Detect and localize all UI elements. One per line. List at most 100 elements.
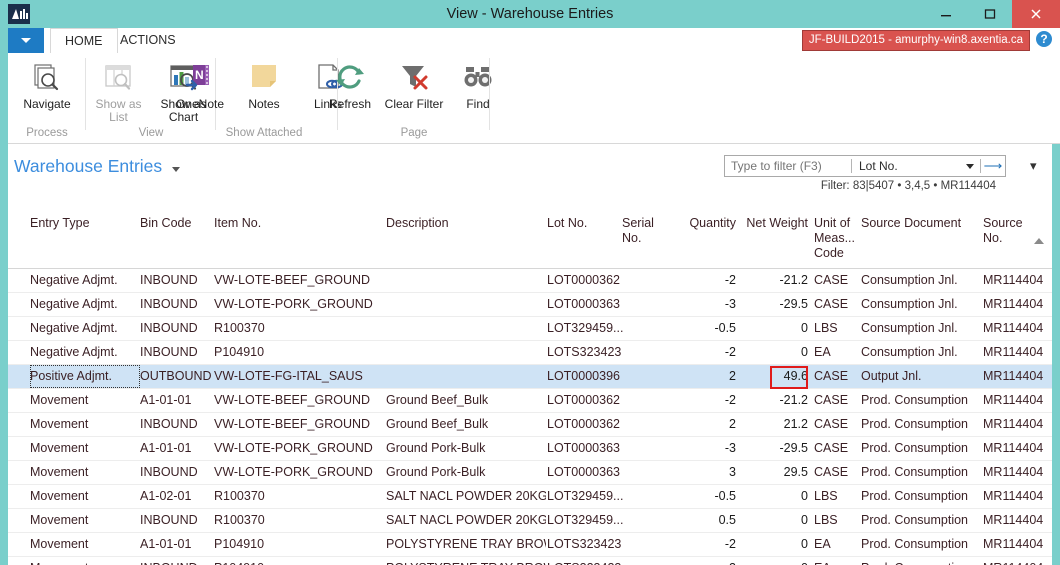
cell-entry-type[interactable]: Movement (30, 509, 140, 532)
cell-uom-code[interactable]: EA (814, 341, 868, 364)
cell-source-document[interactable]: Prod. Consumption (861, 413, 995, 436)
navigate-button[interactable]: Navigate (14, 55, 80, 111)
cell-source-no[interactable]: MR114404 (983, 485, 1045, 508)
cell-bin-code[interactable]: OUTBOUND (140, 365, 218, 388)
cell-description[interactable] (386, 317, 546, 340)
onenote-button[interactable]: N OneNote (168, 55, 232, 111)
cell-net-weight[interactable]: 0 (746, 341, 808, 364)
table-row[interactable]: MovementINBOUNDVW-LOTE-PORK_GROUNDGround… (8, 461, 1052, 485)
cell-item-no[interactable]: R100370 (214, 485, 384, 508)
cell-entry-type[interactable]: Movement (30, 557, 140, 565)
maximize-button[interactable] (968, 0, 1012, 28)
cell-net-weight[interactable]: -21.2 (746, 269, 808, 292)
cell-source-no[interactable]: MR114404 (983, 437, 1045, 460)
table-row[interactable]: Negative Adjmt.INBOUNDVW-LOTE-BEEF_GROUN… (8, 269, 1052, 293)
table-row[interactable]: MovementINBOUNDR100370SALT NACL POWDER 2… (8, 509, 1052, 533)
cell-quantity[interactable]: 2 (668, 365, 736, 388)
cell-serial-no[interactable] (622, 485, 668, 508)
cell-quantity[interactable]: 2 (668, 557, 736, 565)
cell-net-weight[interactable]: 0 (746, 557, 808, 565)
cell-net-weight[interactable]: 21.2 (746, 413, 808, 436)
search-input[interactable] (725, 158, 851, 174)
table-row[interactable]: Negative Adjmt.INBOUNDP104910LOTS323423-… (8, 341, 1052, 365)
find-button[interactable]: Find (446, 55, 510, 111)
cell-description[interactable]: POLYSTYRENE TRAY BROW... (386, 533, 546, 556)
cell-bin-code[interactable]: INBOUND (140, 461, 218, 484)
cell-item-no[interactable]: VW-LOTE-FG-ITAL_SAUS (214, 365, 384, 388)
cell-uom-code[interactable]: LBS (814, 509, 868, 532)
cell-serial-no[interactable] (622, 461, 668, 484)
cell-quantity[interactable]: -2 (668, 341, 736, 364)
cell-quantity[interactable]: -3 (668, 293, 736, 316)
cell-bin-code[interactable]: A1-01-01 (140, 437, 218, 460)
cell-serial-no[interactable] (622, 389, 668, 412)
page-title-chevron-down-icon[interactable] (172, 167, 180, 172)
column-header-description[interactable]: Description (386, 216, 546, 231)
cell-quantity[interactable]: -2 (668, 389, 736, 412)
table-row[interactable]: Negative Adjmt.INBOUNDR100370LOT329459..… (8, 317, 1052, 341)
cell-source-document[interactable]: Prod. Consumption (861, 437, 995, 460)
cell-source-document[interactable]: Prod. Consumption (861, 533, 995, 556)
table-row[interactable]: MovementA1-01-01VW-LOTE-BEEF_GROUNDGroun… (8, 389, 1052, 413)
cell-net-weight[interactable]: 49.6 (746, 365, 808, 388)
cell-source-document[interactable]: Prod. Consumption (861, 485, 995, 508)
cell-entry-type[interactable]: Negative Adjmt. (30, 269, 140, 292)
cell-uom-code[interactable]: CASE (814, 293, 868, 316)
cell-entry-type[interactable]: Movement (30, 413, 140, 436)
minimize-button[interactable] (924, 0, 968, 28)
cell-entry-type[interactable]: Movement (30, 533, 140, 556)
cell-quantity[interactable]: 0.5 (668, 509, 736, 532)
cell-entry-type[interactable]: Negative Adjmt. (30, 341, 140, 364)
cell-entry-type[interactable]: Negative Adjmt. (30, 293, 140, 316)
cell-source-document[interactable]: Prod. Consumption (861, 389, 995, 412)
cell-quantity[interactable]: -2 (668, 269, 736, 292)
table-row[interactable]: Negative Adjmt.INBOUNDVW-LOTE-PORK_GROUN… (8, 293, 1052, 317)
cell-bin-code[interactable]: INBOUND (140, 557, 218, 565)
cell-item-no[interactable]: VW-LOTE-BEEF_GROUND (214, 389, 384, 412)
cell-bin-code[interactable]: INBOUND (140, 509, 218, 532)
cell-net-weight[interactable]: 0 (746, 317, 808, 340)
column-header-net-weight[interactable]: Net Weight (746, 216, 808, 231)
cell-quantity[interactable]: -0.5 (668, 317, 736, 340)
cell-uom-code[interactable]: CASE (814, 461, 868, 484)
cell-bin-code[interactable]: INBOUND (140, 341, 218, 364)
cell-item-no[interactable]: P104910 (214, 557, 384, 565)
cell-source-document[interactable]: Consumption Jnl. (861, 317, 995, 340)
cell-description[interactable]: Ground Pork-Bulk (386, 437, 546, 460)
clear-filter-button[interactable]: Clear Filter (382, 55, 446, 111)
cell-uom-code[interactable]: EA (814, 557, 868, 565)
cell-description[interactable]: Ground Pork-Bulk (386, 461, 546, 484)
chevron-down-icon[interactable] (966, 164, 974, 169)
cell-source-document[interactable]: Prod. Consumption (861, 461, 995, 484)
cell-description[interactable] (386, 341, 546, 364)
ribbon-dropdown-button[interactable] (8, 28, 44, 53)
cell-source-no[interactable]: MR114404 (983, 509, 1045, 532)
cell-quantity[interactable]: -0.5 (668, 485, 736, 508)
cell-source-no[interactable]: MR114404 (983, 317, 1045, 340)
column-header-bin-code[interactable]: Bin Code (140, 216, 218, 231)
cell-net-weight[interactable]: 0 (746, 509, 808, 532)
cell-source-no[interactable]: MR114404 (983, 557, 1045, 565)
cell-bin-code[interactable]: A1-01-01 (140, 389, 218, 412)
cell-net-weight[interactable]: -29.5 (746, 437, 808, 460)
cell-description[interactable]: POLYSTYRENE TRAY BROW... (386, 557, 546, 565)
table-row[interactable]: MovementINBOUNDP104910POLYSTYRENE TRAY B… (8, 557, 1052, 565)
table-row[interactable]: Positive Adjmt.OUTBOUNDVW-LOTE-FG-ITAL_S… (8, 365, 1052, 389)
cell-serial-no[interactable] (622, 365, 668, 388)
cell-source-document[interactable]: Prod. Consumption (861, 509, 995, 532)
column-header-item-no[interactable]: Item No. (214, 216, 384, 231)
cell-bin-code[interactable]: INBOUND (140, 293, 218, 316)
cell-item-no[interactable]: VW-LOTE-PORK_GROUND (214, 293, 384, 316)
column-header-quantity[interactable]: Quantity (668, 216, 736, 231)
filter-field-value[interactable]: Lot No. (852, 159, 966, 173)
cell-description[interactable]: SALT NACL POWDER 20KG ... (386, 485, 546, 508)
cell-source-no[interactable]: MR114404 (983, 461, 1045, 484)
column-header-source-document[interactable]: Source Document (861, 216, 995, 231)
cell-net-weight[interactable]: 0 (746, 533, 808, 556)
table-row[interactable]: MovementA1-02-01R100370SALT NACL POWDER … (8, 485, 1052, 509)
table-row[interactable]: MovementA1-01-01P104910POLYSTYRENE TRAY … (8, 533, 1052, 557)
arrow-right-icon[interactable]: ⟶ (981, 158, 1005, 174)
cell-item-no[interactable]: P104910 (214, 533, 384, 556)
cell-bin-code[interactable]: INBOUND (140, 269, 218, 292)
cell-bin-code[interactable]: A1-01-01 (140, 533, 218, 556)
